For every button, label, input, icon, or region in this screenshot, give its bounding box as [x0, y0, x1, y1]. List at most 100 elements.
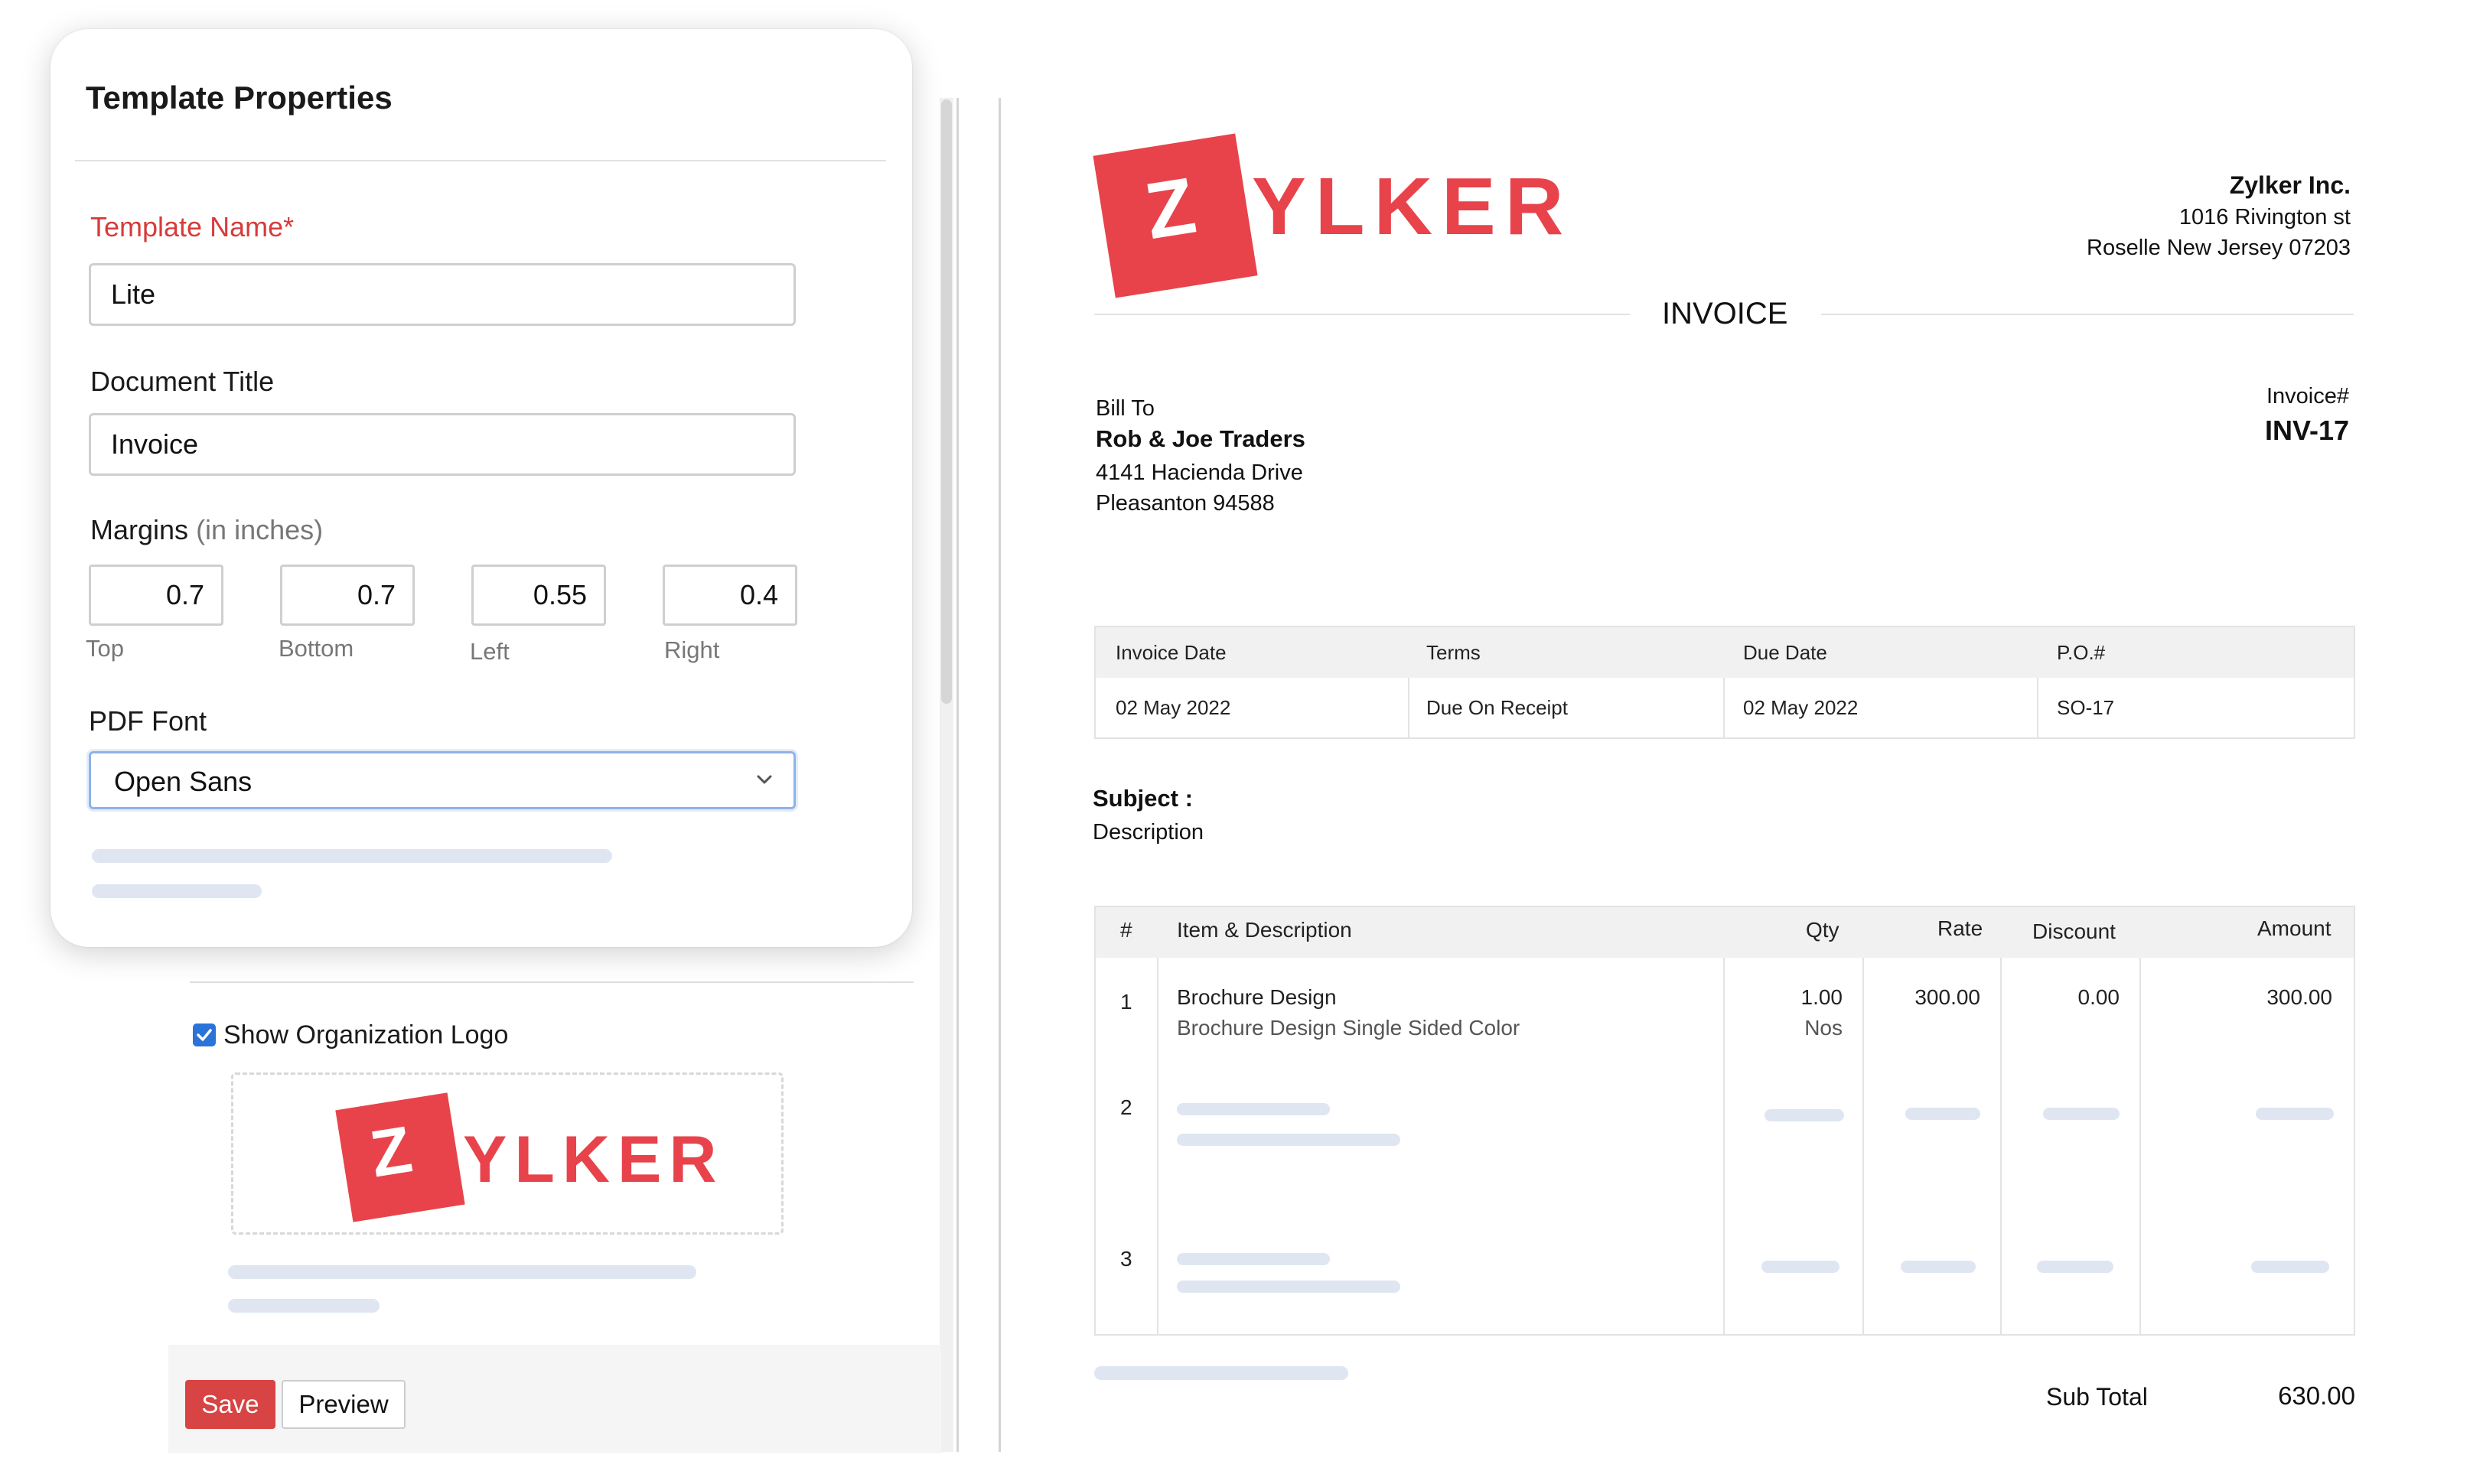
margin-left-label: Left	[470, 638, 510, 665]
document-title-label: Document Title	[90, 366, 275, 397]
template-name-label: Template Name*	[90, 211, 295, 242]
placeholder-line	[228, 1299, 380, 1313]
meta-header-cell: Invoice Date	[1116, 641, 1227, 664]
items-header-qty: Qty	[1806, 918, 1839, 942]
invoice-logo: Z	[1093, 132, 1264, 298]
meta-header-cell: Terms	[1426, 641, 1481, 664]
placeholder-line	[1765, 1109, 1844, 1121]
item-name: Brochure Design	[1177, 985, 1337, 1009]
items-header-amount: Amount	[2257, 916, 2332, 940]
item-row-number: 2	[1120, 1095, 1132, 1119]
column-divider	[1862, 958, 1864, 1334]
margin-right-input[interactable]	[663, 565, 797, 626]
bill-to-label: Bill To	[1096, 396, 1155, 421]
placeholder-line	[2251, 1261, 2329, 1273]
item-discount: 0.00	[2077, 985, 2120, 1009]
template-properties-panel	[51, 29, 912, 947]
column-divider	[1408, 678, 1409, 737]
company-address-line: 1016 Rivington st	[2178, 205, 2351, 229]
placeholder-line	[1177, 1281, 1400, 1293]
title-rule	[1821, 314, 2354, 315]
placeholder-line	[1177, 1134, 1400, 1146]
chevron-down-icon	[757, 775, 772, 784]
company-name: Zylker Inc.	[2229, 171, 2351, 199]
show-logo-checkbox[interactable]	[193, 1024, 216, 1046]
margins-label-text: Margins	[90, 514, 189, 545]
placeholder-line	[1905, 1108, 1980, 1120]
items-header-rate: Rate	[1937, 916, 1983, 940]
item-qty: 1.00	[1800, 985, 1843, 1009]
placeholder-line	[92, 849, 612, 863]
subject-label: Subject :	[1093, 785, 1193, 812]
meta-table-header	[1096, 627, 2354, 678]
company-address-line: Roselle New Jersey 07203	[2087, 236, 2351, 260]
preview-divider	[999, 98, 1001, 1452]
item-unit: Nos	[1804, 1016, 1843, 1040]
customer-address-line: Pleasanton 94588	[1096, 491, 1275, 516]
column-divider	[1723, 678, 1725, 737]
meta-value-cell: 02 May 2022	[1743, 696, 1859, 719]
placeholder-line	[1177, 1253, 1330, 1265]
item-row-number: 3	[1120, 1247, 1132, 1271]
placeholder-line	[228, 1265, 696, 1279]
checkmark-icon	[197, 1029, 212, 1041]
meta-value-cell: Due On Receipt	[1426, 696, 1568, 719]
show-logo-label[interactable]: Show Organization Logo	[223, 1020, 508, 1050]
column-divider	[2139, 958, 2141, 1334]
column-divider	[2000, 958, 2002, 1334]
meta-header-cell: P.O.#	[2057, 641, 2106, 664]
invoice-number-label: Invoice#	[2266, 384, 2349, 408]
placeholder-line	[92, 884, 262, 898]
margin-right-label: Right	[664, 636, 720, 663]
meta-value-cell: SO-17	[2057, 696, 2115, 719]
subtotal-label: Sub Total	[2046, 1383, 2148, 1411]
placeholder-line	[2037, 1261, 2113, 1273]
title-rule	[1094, 314, 1630, 315]
item-row-number: 1	[1120, 990, 1132, 1014]
customer-name: Rob & Joe Traders	[1096, 425, 1305, 452]
meta-header-cell: Due Date	[1743, 641, 1827, 664]
margins-unit: (in inches)	[196, 514, 324, 545]
items-header-item: Item & Description	[1177, 918, 1352, 942]
preview-button[interactable]: Preview	[282, 1380, 406, 1429]
logo-upload-box[interactable]: Z YLKER	[231, 1072, 784, 1235]
placeholder-line	[1177, 1103, 1330, 1115]
pdf-font-label: PDF Font	[89, 705, 207, 737]
template-name-input[interactable]	[89, 263, 796, 326]
placeholder-line	[2043, 1108, 2120, 1120]
logo-text: YLKER	[463, 1123, 725, 1196]
document-title-input[interactable]	[89, 413, 796, 476]
invoice-number: INV-17	[2264, 415, 2349, 446]
save-button[interactable]: Save	[185, 1380, 275, 1429]
placeholder-line	[1761, 1261, 1839, 1273]
invoice-title: INVOICE	[1662, 297, 1788, 330]
items-header-discount: Discount	[2032, 919, 2116, 943]
margin-left-input[interactable]	[471, 565, 606, 626]
meta-value-cell: 02 May 2022	[1116, 696, 1231, 719]
item-amount: 300.00	[2266, 985, 2332, 1009]
subtotal-value: 630.00	[2278, 1381, 2355, 1410]
editor-scrollbar-thumb[interactable]	[941, 99, 952, 704]
margin-bottom-label: Bottom	[279, 635, 354, 662]
item-rate: 300.00	[1914, 985, 1980, 1009]
column-divider	[1157, 958, 1158, 1334]
item-description: Brochure Design Single Sided Color	[1177, 1016, 1520, 1040]
placeholder-line	[2256, 1108, 2334, 1120]
column-divider	[1723, 958, 1725, 1334]
customer-address-line: 4141 Hacienda Drive	[1096, 460, 1303, 485]
margins-label: Margins (in inches)	[90, 514, 323, 546]
margin-top-label: Top	[86, 635, 124, 662]
items-header-num: #	[1120, 918, 1132, 942]
description-label: Description	[1093, 820, 1204, 845]
placeholder-line	[1901, 1261, 1976, 1273]
margin-bottom-input[interactable]	[280, 565, 415, 626]
margin-top-input[interactable]	[89, 565, 223, 626]
pdf-font-select[interactable]: Open Sans	[89, 751, 796, 809]
section-divider	[190, 981, 914, 983]
panel-title: Template Properties	[86, 80, 393, 116]
placeholder-line	[1094, 1366, 1348, 1380]
invoice-logo-text: YLKER	[1252, 161, 1573, 252]
panel-divider	[75, 160, 886, 161]
editor-divider	[956, 98, 959, 1452]
pdf-font-value: Open Sans	[114, 766, 253, 797]
